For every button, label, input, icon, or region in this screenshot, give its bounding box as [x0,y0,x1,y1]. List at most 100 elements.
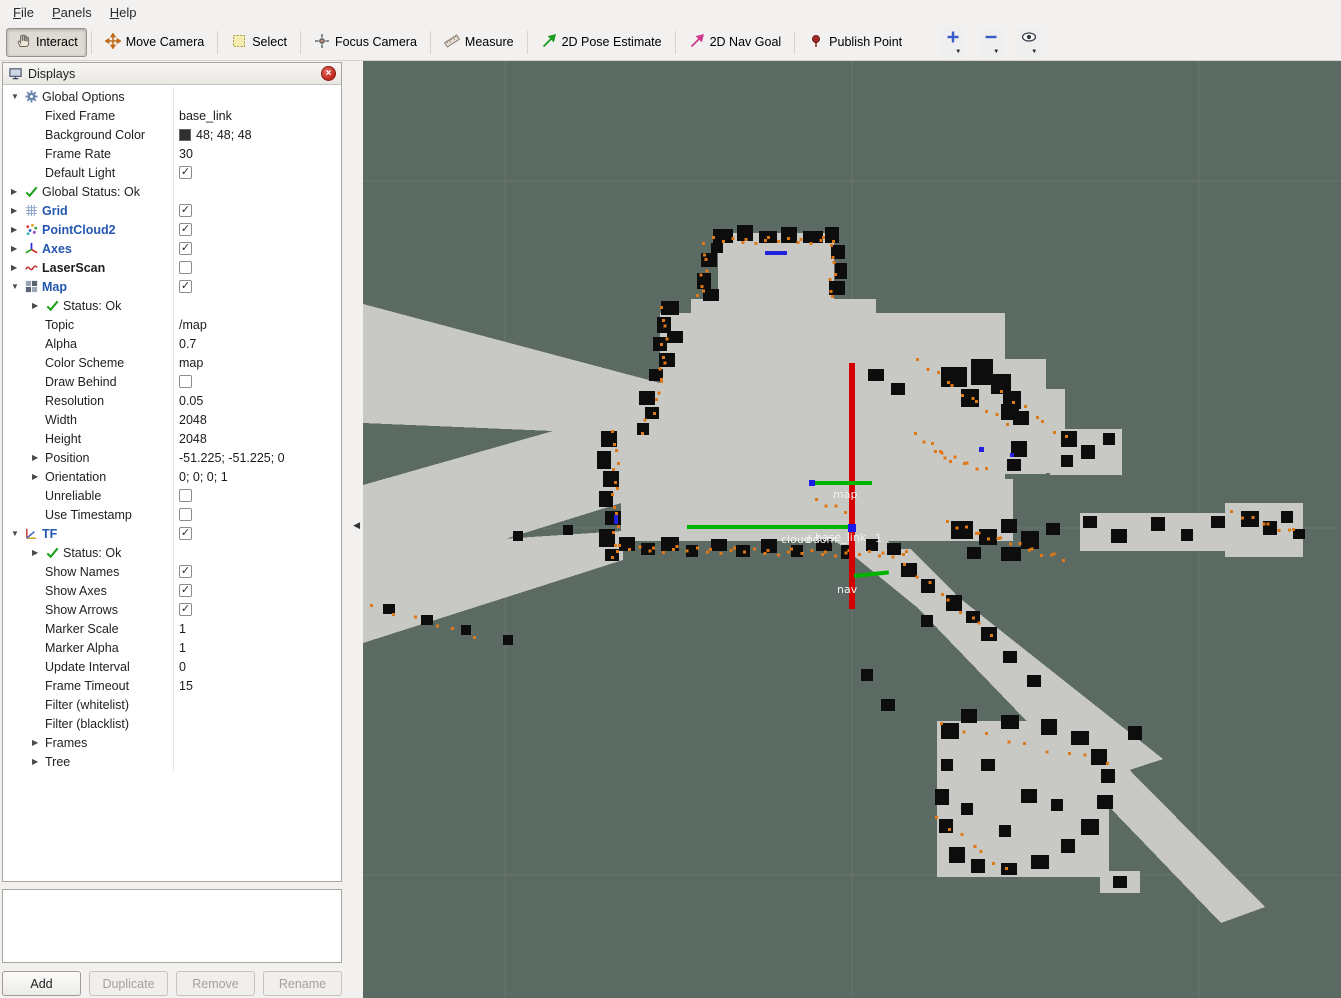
zoom-out-button[interactable]: ▼ [979,27,1003,57]
display-row-update-interval[interactable]: Update Interval0 [3,657,341,676]
menu-help[interactable]: Help [101,3,146,22]
expander-collapsed-icon[interactable]: ▶ [30,301,45,310]
menu-file[interactable]: File [4,3,43,22]
zoom-in-button[interactable]: ▼ [941,27,965,57]
property-value[interactable] [173,505,341,524]
property-value[interactable]: ✓ [173,524,341,543]
display-row-position[interactable]: ▶Position-51.225; -51.225; 0 [3,448,341,467]
display-row-show-names[interactable]: Show Names✓ [3,562,341,581]
property-value[interactable] [173,752,341,771]
property-value[interactable]: 15 [173,676,341,695]
render-view[interactable]: mapnavcloudodombase_link1 [363,61,1341,998]
expander-collapsed-icon[interactable]: ▶ [30,548,45,557]
expander-collapsed-icon[interactable]: ▶ [9,225,24,234]
property-value[interactable]: ✓ [173,600,341,619]
display-row-global-status-ok[interactable]: ▶Global Status: Ok [3,182,341,201]
display-row-topic[interactable]: Topic/map [3,315,341,334]
property-value[interactable]: 0; 0; 0; 1 [173,467,341,486]
display-row-draw-behind[interactable]: Draw Behind [3,372,341,391]
checkbox-checked[interactable]: ✓ [179,527,192,540]
property-value[interactable]: ✓ [173,201,341,220]
tool-select-button[interactable]: Select [222,28,296,57]
property-value[interactable]: base_link [173,106,341,125]
display-row-frames[interactable]: ▶Frames [3,733,341,752]
displays-panel-header[interactable]: Displays × [3,63,341,85]
property-value[interactable] [173,733,341,752]
close-panel-button[interactable]: × [321,66,336,81]
property-value[interactable]: ✓ [173,239,341,258]
expander-collapsed-icon[interactable]: ▶ [30,757,45,766]
display-row-map[interactable]: ▼Map✓ [3,277,341,296]
checkbox-checked[interactable]: ✓ [179,603,192,616]
checkbox-checked[interactable]: ✓ [179,242,192,255]
tool-publish-point-button[interactable]: Publish Point [799,28,911,57]
display-row-orientation[interactable]: ▶Orientation0; 0; 0; 1 [3,467,341,486]
property-value[interactable]: 0.05 [173,391,341,410]
expander-expanded-icon[interactable]: ▼ [9,529,24,538]
display-row-global-options[interactable]: ▼Global Options [3,87,341,106]
property-value[interactable] [173,87,341,106]
checkbox-checked[interactable]: ✓ [179,166,192,179]
display-row-fixed-frame[interactable]: Fixed Framebase_link [3,106,341,125]
display-row-alpha[interactable]: Alpha0.7 [3,334,341,353]
checkbox-checked[interactable]: ✓ [179,204,192,217]
property-value[interactable]: ✓ [173,562,341,581]
display-row-frame-timeout[interactable]: Frame Timeout15 [3,676,341,695]
tool-2d-pose-estimate-button[interactable]: 2D Pose Estimate [532,28,671,57]
property-value[interactable] [173,543,341,562]
tool-2d-nav-goal-button[interactable]: 2D Nav Goal [680,28,791,57]
display-row-frame-rate[interactable]: Frame Rate30 [3,144,341,163]
display-row-tf[interactable]: ▼TF✓ [3,524,341,543]
display-row-pointcloud2[interactable]: ▶PointCloud2✓ [3,220,341,239]
expander-expanded-icon[interactable]: ▼ [9,282,24,291]
property-value[interactable]: 1 [173,638,341,657]
property-value[interactable]: 1 [173,619,341,638]
display-row-status-ok[interactable]: ▶Status: Ok [3,296,341,315]
property-value[interactable] [173,372,341,391]
expander-collapsed-icon[interactable]: ▶ [9,244,24,253]
checkbox-unchecked[interactable] [179,261,192,274]
display-row-filter-whitelist[interactable]: Filter (whitelist) [3,695,341,714]
display-row-background-color[interactable]: Background Color48; 48; 48 [3,125,341,144]
expander-collapsed-icon[interactable]: ▶ [30,472,45,481]
tool-focus-camera-button[interactable]: Focus Camera [305,28,426,57]
checkbox-checked[interactable]: ✓ [179,584,192,597]
property-value[interactable]: 2048 [173,429,341,448]
dropdown-arrow-icon[interactable]: ▼ [955,49,961,55]
property-value[interactable] [173,695,341,714]
display-row-color-scheme[interactable]: Color Schememap [3,353,341,372]
property-value[interactable]: 2048 [173,410,341,429]
display-row-height[interactable]: Height2048 [3,429,341,448]
display-row-filter-blacklist[interactable]: Filter (blacklist) [3,714,341,733]
panel-collapse-handle[interactable]: ◀ [353,521,360,530]
checkbox-unchecked[interactable] [179,489,192,502]
property-value[interactable] [173,714,341,733]
property-value[interactable]: ✓ [173,220,341,239]
expander-expanded-icon[interactable]: ▼ [9,92,24,101]
expander-collapsed-icon[interactable]: ▶ [9,206,24,215]
property-value[interactable]: -51.225; -51.225; 0 [173,448,341,467]
display-row-axes[interactable]: ▶Axes✓ [3,239,341,258]
property-value[interactable]: ✓ [173,581,341,600]
tool-measure-button[interactable]: Measure [435,28,523,57]
display-row-tree[interactable]: ▶Tree [3,752,341,771]
property-value[interactable]: ✓ [173,277,341,296]
checkbox-unchecked[interactable] [179,375,192,388]
expander-collapsed-icon[interactable]: ▶ [9,187,24,196]
add-button[interactable]: Add [2,971,81,996]
property-value[interactable] [173,296,341,315]
eye-button[interactable]: ▼ [1017,27,1041,57]
display-row-width[interactable]: Width2048 [3,410,341,429]
tool-move-camera-button[interactable]: Move Camera [96,28,214,57]
tool-interact-button[interactable]: Interact [6,28,87,57]
property-value[interactable]: 0 [173,657,341,676]
property-value[interactable] [173,258,341,277]
checkbox-checked[interactable]: ✓ [179,223,192,236]
display-row-unreliable[interactable]: Unreliable [3,486,341,505]
menu-panels[interactable]: Panels [43,3,101,22]
checkbox-unchecked[interactable] [179,508,192,521]
dropdown-arrow-icon[interactable]: ▼ [1031,49,1037,55]
expander-collapsed-icon[interactable]: ▶ [9,263,24,272]
property-value[interactable]: 0.7 [173,334,341,353]
display-row-laserscan[interactable]: ▶LaserScan [3,258,341,277]
